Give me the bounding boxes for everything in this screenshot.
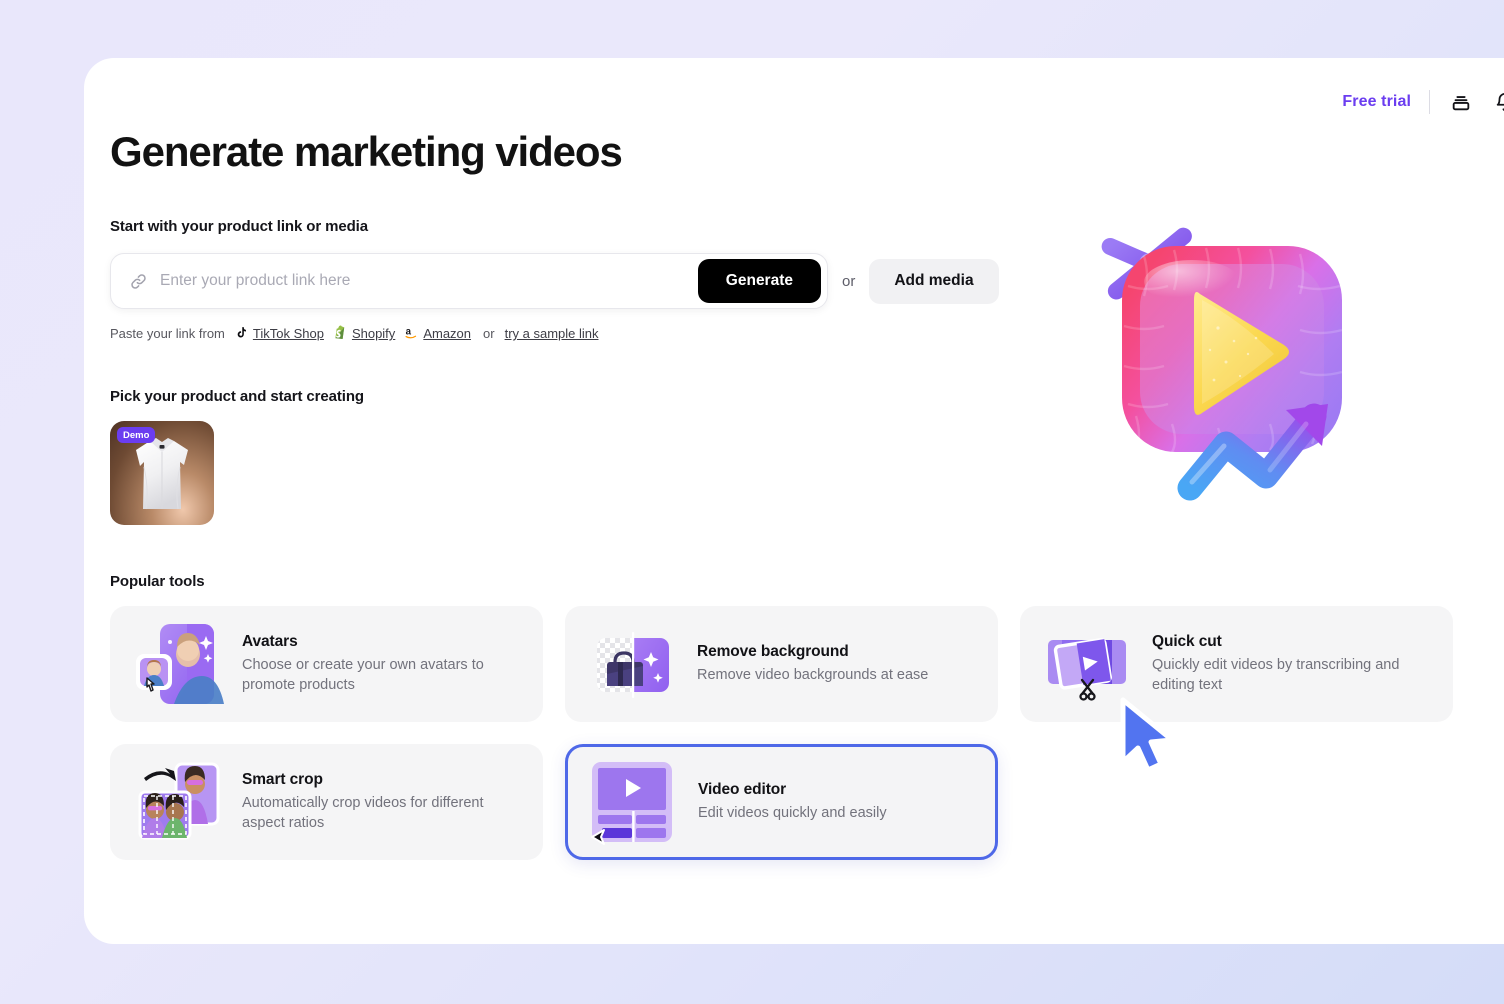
link-input-container[interactable]: Generate [110, 253, 828, 310]
source-tiktok-shop[interactable]: TikTok Shop [235, 326, 324, 342]
app-card: Free trial Generate marketing videos Sta… [84, 58, 1504, 944]
paste-sources-row: Paste your link from TikTok Shop Shopify… [110, 325, 1504, 342]
tool-card-smart-crop[interactable]: Smart crop Automatically crop videos for… [110, 744, 543, 861]
bell-icon[interactable] [1492, 89, 1504, 115]
link-section: Start with your product link or media Ge… [110, 218, 1504, 342]
demo-badge: Demo [117, 427, 156, 444]
tool-title: Remove background [697, 643, 849, 661]
tool-desc: Automatically crop videos for different … [242, 795, 484, 831]
tool-text: Remove background Remove video backgroun… [697, 643, 928, 685]
tool-desc: Choose or create your own avatars to pro… [242, 657, 484, 693]
tool-card-quick-cut[interactable]: Quick cut Quickly edit videos by transcr… [1020, 606, 1453, 723]
product-card[interactable]: Demo [110, 421, 214, 526]
source-label: Amazon [423, 326, 472, 342]
tool-title: Smart crop [242, 771, 323, 789]
tool-text: Video editor Edit videos quickly and eas… [698, 781, 887, 823]
paste-or-label: or [483, 326, 495, 342]
quick-cut-icon [1040, 618, 1136, 710]
tiktok-icon [235, 326, 248, 342]
tool-text: Smart crop Automatically crop videos for… [242, 771, 523, 832]
paste-prefix-label: Paste your link from [110, 326, 225, 342]
tools-section: Popular tools Avatars Choose or create y… [110, 573, 1504, 861]
header-divider [1429, 90, 1430, 114]
add-media-button[interactable]: Add media [869, 258, 999, 304]
product-link-input[interactable] [160, 272, 698, 291]
free-trial-link[interactable]: Free trial [1342, 93, 1411, 111]
shopify-icon [334, 325, 347, 342]
tool-desc: Remove video backgrounds at ease [697, 667, 929, 684]
remove-background-icon [585, 618, 681, 710]
tool-text: Avatars Choose or create your own avatar… [242, 633, 523, 694]
avatars-icon [130, 618, 226, 710]
source-shopify[interactable]: Shopify [334, 325, 395, 342]
chain-link-icon [129, 272, 148, 291]
page-title: Generate marketing videos [110, 128, 623, 175]
video-editor-icon [586, 756, 682, 848]
source-label: Shopify [351, 326, 396, 342]
tool-card-avatars[interactable]: Avatars Choose or create your own avatar… [110, 606, 543, 723]
tool-desc: Edit videos quickly and easily [698, 805, 887, 822]
link-input-row: Generate or Add media [110, 253, 1504, 310]
product-section-label: Pick your product and start creating [110, 388, 364, 406]
stacked-credits-icon[interactable] [1448, 89, 1474, 115]
smart-crop-icon [130, 756, 226, 848]
tool-card-video-editor[interactable]: Video editor Edit videos quickly and eas… [565, 744, 998, 861]
tool-title: Quick cut [1152, 633, 1222, 651]
product-grid: Demo [110, 421, 1504, 526]
tool-title: Avatars [242, 633, 298, 651]
main-content: Generate marketing videos Start with you… [110, 128, 1504, 861]
app-frame: Free trial Generate marketing videos Sta… [0, 0, 1504, 1004]
generate-button[interactable]: Generate [697, 259, 821, 304]
source-amazon[interactable]: a Amazon [405, 325, 471, 342]
svg-text:a: a [406, 327, 412, 338]
link-section-label: Start with your product link or media [110, 218, 368, 236]
tool-title: Video editor [698, 781, 787, 799]
tool-text: Quick cut Quickly edit videos by transcr… [1152, 633, 1433, 694]
product-section: Pick your product and start creating Dem… [110, 388, 1504, 526]
source-label: TikTok Shop [252, 326, 324, 342]
tool-desc: Quickly edit videos by transcribing and … [1152, 657, 1400, 693]
tools-grid: Avatars Choose or create your own avatar… [110, 606, 1504, 861]
tool-card-remove-background[interactable]: Remove background Remove video backgroun… [565, 606, 998, 723]
or-label: or [842, 272, 856, 290]
tools-section-label: Popular tools [110, 573, 205, 591]
sample-link[interactable]: try a sample link [505, 326, 599, 341]
amazon-icon: a [405, 325, 418, 342]
top-header: Free trial [1342, 72, 1504, 132]
